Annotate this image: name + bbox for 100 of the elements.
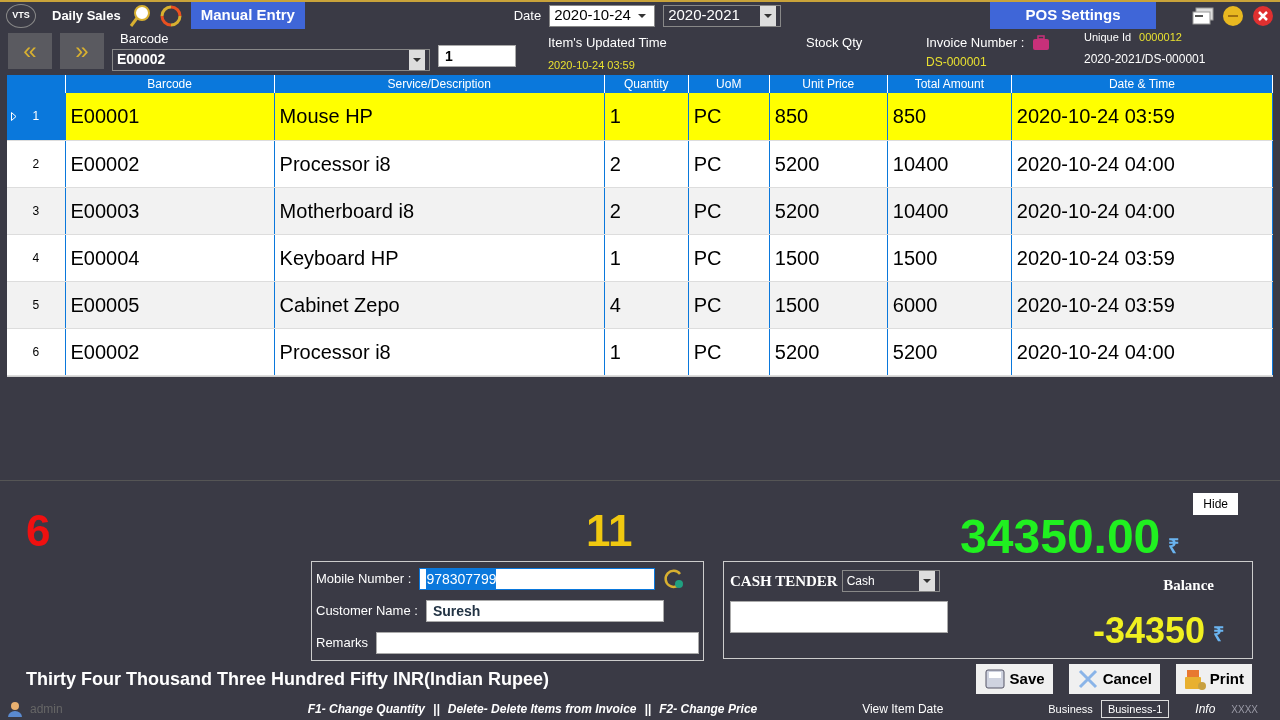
cancel-button[interactable]: Cancel [1068,664,1160,694]
barcode-dropdown[interactable]: E00002 [112,48,430,71]
unique-id-label: Unique Id [1084,30,1132,45]
refresh-check-icon[interactable] [663,568,686,590]
shortcut-hint: Delete- Delete Items from Invoice [447,701,637,718]
invoice-path: 2020-2021/DS-000001 [1084,50,1206,68]
table-cell: 1 [604,93,689,140]
table-cell: 850 [769,93,888,140]
minimize-icon[interactable] [1222,4,1244,27]
stock-qty-label: Stock Qty [806,34,864,52]
business-label: Business [1048,701,1093,717]
total-amount: 34350.00 [960,513,1161,561]
currency-symbol: ₹ [1168,534,1180,559]
row-number: 6 [7,328,65,375]
mobile-number-field[interactable]: 978307799 [419,568,656,590]
code-text: XXXX [1231,702,1258,717]
table-cell: PC [688,328,770,375]
manual-entry-button[interactable]: Manual Entry [190,2,305,29]
invoice-number: DS-000001 [926,53,988,71]
table-cell: 10400 [887,187,1012,234]
table-cell: E00003 [65,187,275,234]
table-cell: 2020-10-24 04:00 [1011,140,1273,187]
table-cell: 1 [604,234,689,281]
row-number: 1 [7,93,65,140]
remarks-field[interactable] [376,632,699,654]
date-picker[interactable]: 2020-10-24 [549,4,656,27]
table-row[interactable]: 1 E00001 Mouse HP 1 PC 850 850 2020-10-24 03:59 [7,93,1273,140]
updated-time: 2020-10-24 03:59 [548,57,636,73]
table-cell: 10400 [887,140,1012,187]
table-row[interactable]: 5 E00005 Cabinet Zepo 4 PC 1500 6000 2020-10-24 03:59 [7,281,1273,328]
table-row[interactable]: 4 E00004 Keyboard HP 1 PC 1500 1500 2020-10-24 03:59 [7,234,1273,281]
table-cell: 2020-10-24 03:59 [1011,281,1273,328]
hide-button[interactable]: Hide [1193,493,1238,515]
cards-icon[interactable] [1192,6,1214,25]
unique-id: 0000012 [1139,30,1182,45]
column-header: Service/Description [274,75,605,93]
table-cell: Mouse HP [274,93,605,140]
table-cell: PC [688,281,770,328]
table-cell: 1500 [769,281,888,328]
separator: || [433,701,440,718]
pos-settings-button[interactable]: POS Settings [990,2,1156,29]
date-label: Date [513,6,542,25]
cash-register-icon [1183,668,1206,690]
table-cell: PC [688,140,770,187]
quantity-field[interactable]: 1 [438,45,516,67]
table-row[interactable]: 3 E00003 Motherboard i8 2 PC 5200 10400 2020-10-24 04:00 [7,187,1273,234]
table-cell: PC [688,187,770,234]
floppy-icon [983,668,1006,690]
app-title: Daily Sales [52,6,121,25]
year-dropdown[interactable]: 2020-2021 [663,4,782,27]
row-number: 4 [7,234,65,281]
row-number: 2 [7,140,65,187]
table-cell: E00002 [65,140,275,187]
print-button[interactable]: Print [1175,664,1252,694]
column-header: Quantity [604,75,689,93]
table-cell: Processor i8 [274,140,605,187]
table-row[interactable]: 6 E00002 Processor i8 1 PC 5200 5200 2020-10-24 04:00 [7,328,1273,375]
table-cell: 2020-10-24 04:00 [1011,187,1273,234]
table-cell: 5200 [769,140,888,187]
user-icon [8,701,22,717]
customer-name-field[interactable]: Suresh [425,600,664,622]
payment-mode-dropdown[interactable]: Cash [841,570,940,593]
balance-label: Balance [1163,576,1214,595]
view-item-date-link[interactable]: View Item Date [862,700,944,718]
cash-tender-label: CASH TENDER [730,572,838,591]
column-header: Barcode [65,75,275,93]
close-icon[interactable] [1252,4,1274,27]
table-row[interactable]: 2 E00002 Processor i8 2 PC 5200 10400 2020-10-24 04:00 [7,140,1273,187]
table-cell: 2 [604,187,689,234]
table-cell: PC [688,93,770,140]
table-cell: 2020-10-24 03:59 [1011,234,1273,281]
column-header: UoM [688,75,770,93]
row-number: 3 [7,187,65,234]
table-cell: E00005 [65,281,275,328]
search-icon[interactable] [128,3,151,28]
table-cell: 1 [604,328,689,375]
currency-symbol: ₹ [1213,621,1224,647]
balance-amount: -34350 [1092,612,1205,649]
save-button[interactable]: Save [975,664,1053,694]
amount-in-words: Thirty Four Thousand Three Hundred Fifty INR(Indian Rupee) [26,667,549,691]
table-cell: 5200 [769,328,888,375]
field-label: Remarks [316,634,368,653]
table-cell: 2 [604,140,689,187]
table-cell: 850 [887,93,1012,140]
business-field: Business-1 [1100,699,1170,719]
table-cell: Keyboard HP [274,234,605,281]
tender-amount-field[interactable] [730,600,948,633]
field-label: Mobile Number : [316,570,412,589]
table-cell: 6000 [887,281,1012,328]
info-link[interactable]: Info [1195,700,1216,718]
barcode-label: Barcode [120,30,170,48]
field-label: Customer Name : [316,602,418,621]
invoice-number-label: Invoice Number : [926,34,1025,52]
table-cell: E00001 [65,93,275,140]
refresh-icon[interactable] [158,3,183,28]
briefcase-icon [1032,34,1051,51]
table-cell: 1500 [887,234,1012,281]
table-cell: 2020-10-24 04:00 [1011,328,1273,375]
table-cell: Processor i8 [274,328,605,375]
table-cell: PC [688,234,770,281]
